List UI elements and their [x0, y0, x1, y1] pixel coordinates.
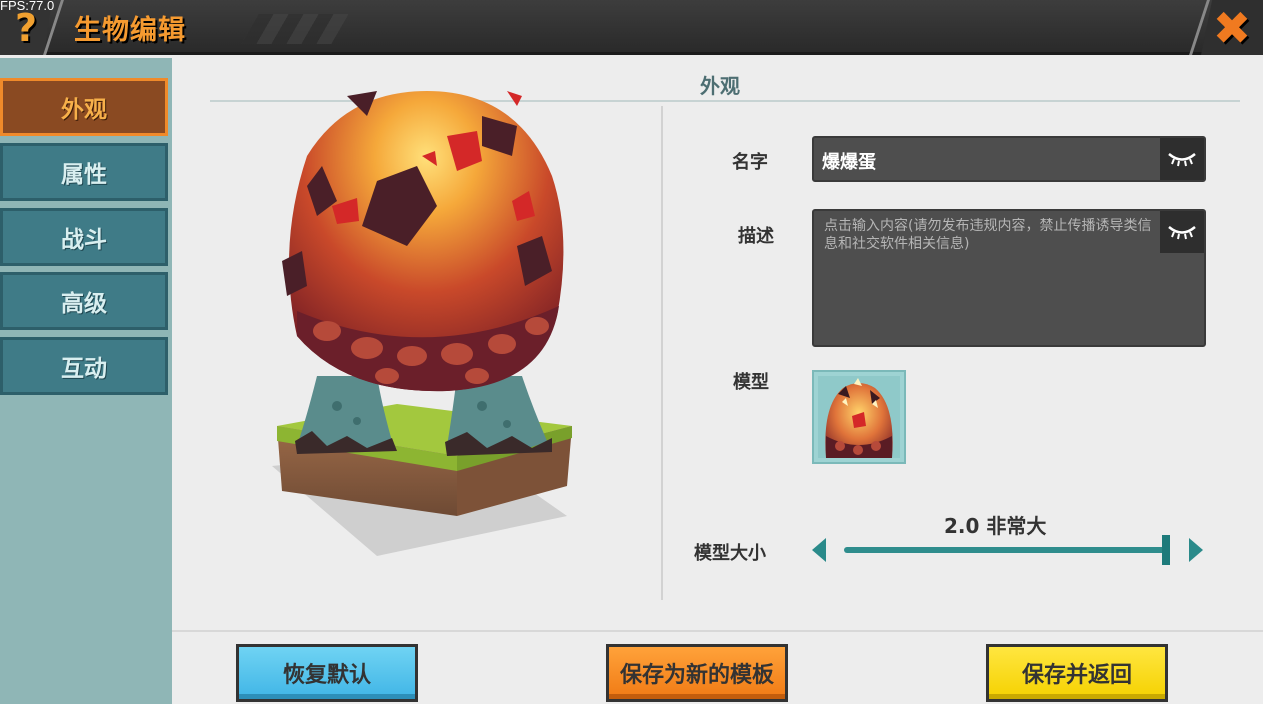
reset-default-button[interactable]: 恢复默认	[236, 644, 418, 702]
close-x-icon: ✖	[1212, 0, 1252, 55]
tab-label: 高级	[61, 291, 107, 317]
fps-counter: FPS:77.0	[0, 0, 55, 13]
tab-label: 外观	[61, 97, 107, 123]
decrease-arrow-icon[interactable]	[812, 538, 826, 562]
tab-label: 属性	[61, 162, 107, 188]
button-label: 恢复默认	[282, 663, 371, 688]
tab-interaction[interactable]: 互动	[0, 337, 168, 395]
eye-closed-icon[interactable]	[1160, 138, 1204, 180]
tab-attributes[interactable]: 属性	[0, 143, 168, 201]
description-field[interactable]: 点击输入内容(请勿发布违规内容，禁止传播诱导类信息和社交软件相关信息)	[812, 209, 1206, 347]
creature-preview[interactable]	[267, 86, 587, 606]
description-placeholder: 点击输入内容(请勿发布违规内容，禁止传播诱导类信息和社交软件相关信息)	[824, 218, 1152, 252]
column-divider	[661, 106, 663, 600]
model-size-value: 2.0 非常大	[944, 514, 1047, 538]
tab-advanced[interactable]: 高级	[0, 272, 168, 330]
page-title: 生物编辑	[74, 15, 186, 46]
save-and-return-button[interactable]: 保存并返回	[986, 644, 1168, 702]
model-size-slider-handle[interactable]	[1162, 535, 1170, 565]
section-title: 外观	[700, 74, 740, 98]
bottom-divider	[172, 630, 1263, 632]
header-bar: ? FPS:77.0 生物编辑 ✖	[0, 0, 1263, 55]
tab-label: 战斗	[61, 227, 107, 253]
model-size-slider[interactable]	[844, 547, 1170, 553]
description-label: 描述	[738, 226, 774, 247]
main-panel: 外观 名字 爆爆蛋 描述 点击输入内容(请勿发布违规内容，禁止传播诱导类信息和社…	[172, 58, 1263, 704]
name-field[interactable]: 爆爆蛋	[812, 136, 1206, 182]
save-as-template-button[interactable]: 保存为新的模板	[606, 644, 788, 702]
tab-label: 互动	[61, 356, 107, 382]
eye-closed-icon[interactable]	[1160, 211, 1204, 253]
model-label: 模型	[733, 372, 769, 393]
button-label: 保存并返回	[1021, 663, 1132, 688]
button-label: 保存为新的模板	[619, 663, 774, 688]
close-button[interactable]: ✖	[1201, 0, 1263, 55]
increase-arrow-icon[interactable]	[1189, 538, 1203, 562]
model-thumbnail[interactable]	[812, 370, 906, 464]
header-decoration	[241, 14, 349, 44]
tab-combat[interactable]: 战斗	[0, 208, 168, 266]
name-label: 名字	[732, 152, 768, 173]
tab-appearance[interactable]: 外观	[0, 78, 168, 136]
lava-egg-model-icon	[818, 376, 900, 458]
name-value: 爆爆蛋	[822, 152, 876, 173]
model-size-label: 模型大小	[694, 543, 766, 564]
sidebar: 外观 属性 战斗 高级 互动	[0, 58, 172, 704]
